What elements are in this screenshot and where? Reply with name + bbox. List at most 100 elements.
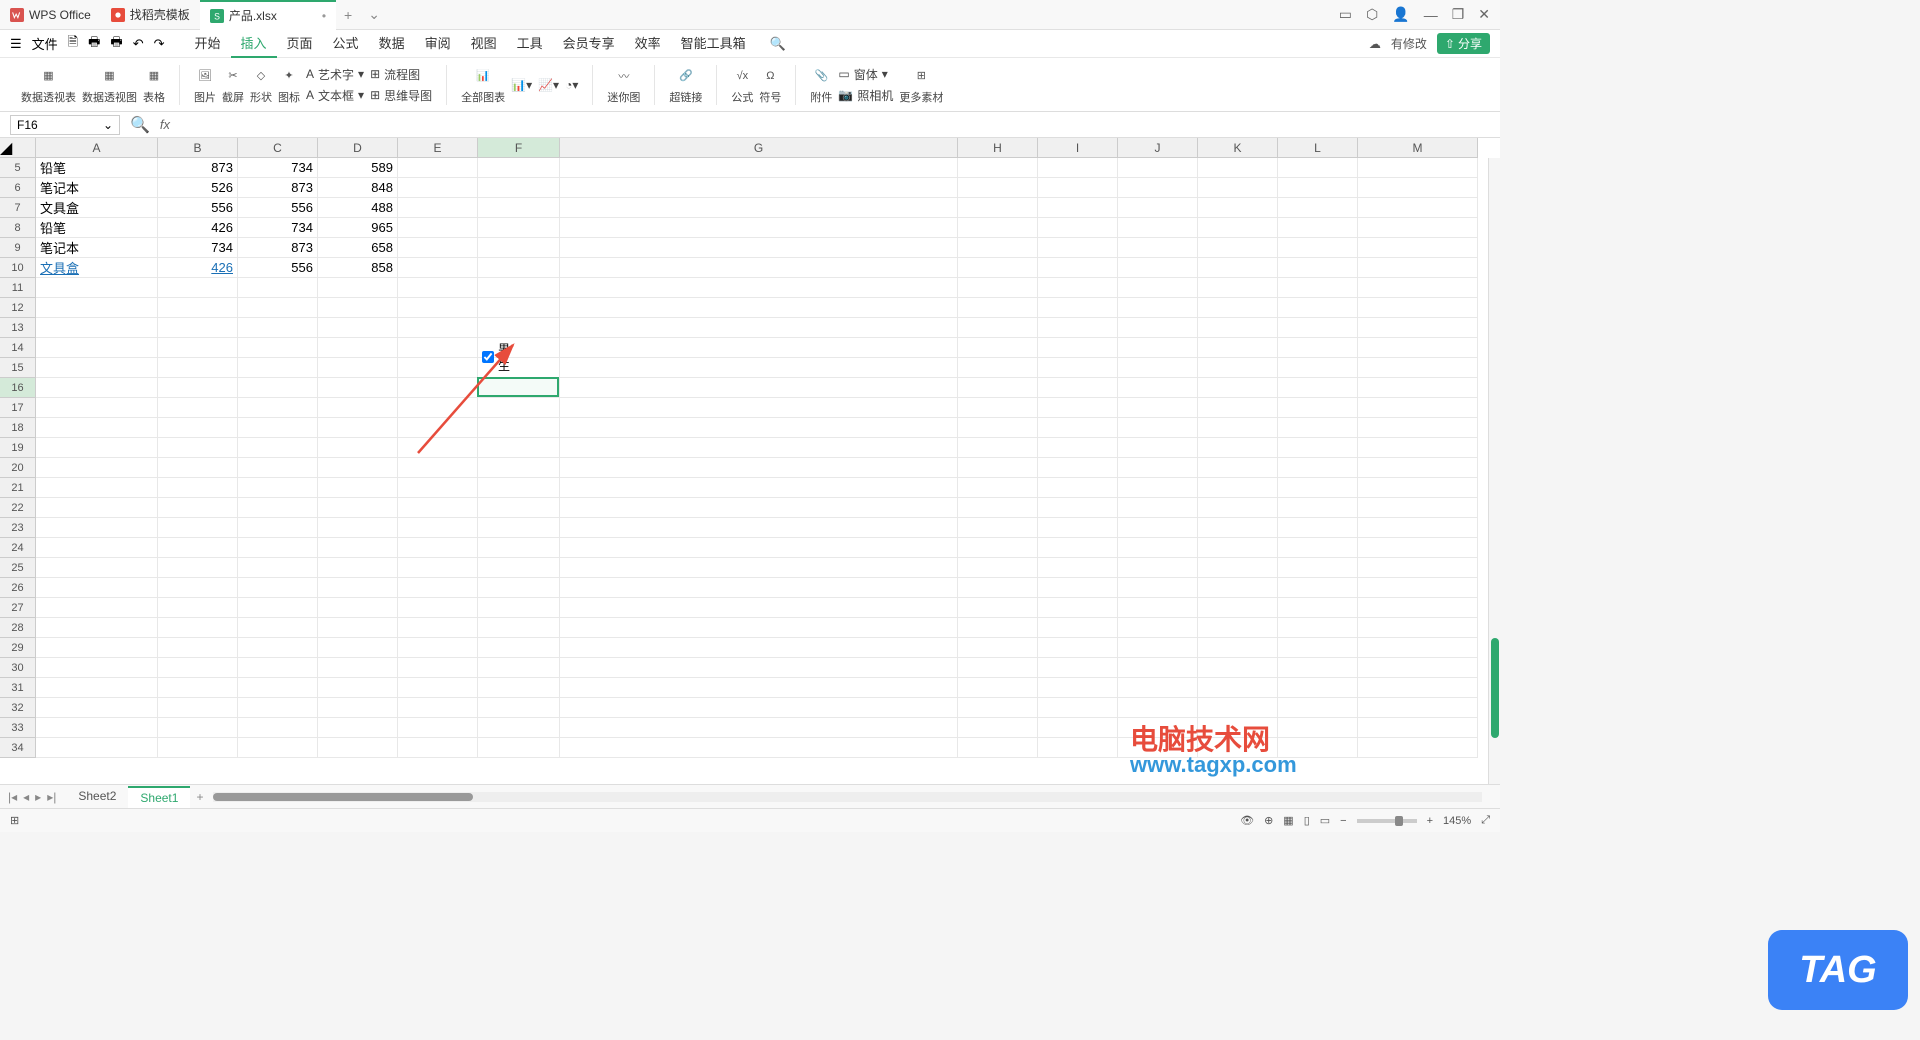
column-header-D[interactable]: D	[318, 138, 398, 158]
cell-M12[interactable]	[1358, 298, 1478, 318]
row-header-21[interactable]: 21	[0, 478, 36, 498]
row-header-32[interactable]: 32	[0, 698, 36, 718]
view-reading-icon[interactable]: ▭	[1320, 814, 1330, 827]
cell-J15[interactable]	[1118, 358, 1198, 378]
row-header-9[interactable]: 9	[0, 238, 36, 258]
column-header-F[interactable]: F	[478, 138, 560, 158]
cell-K16[interactable]	[1198, 378, 1278, 398]
cell-A29[interactable]	[36, 638, 158, 658]
cell-H6[interactable]	[958, 178, 1038, 198]
cell-L10[interactable]	[1278, 258, 1358, 278]
cell-E7[interactable]	[398, 198, 478, 218]
cell-G19[interactable]	[560, 438, 958, 458]
menu-tab-页面[interactable]: 页面	[277, 29, 323, 58]
cell-G21[interactable]	[560, 478, 958, 498]
cell-L14[interactable]	[1278, 338, 1358, 358]
cell-D32[interactable]	[318, 698, 398, 718]
row-header-29[interactable]: 29	[0, 638, 36, 658]
cell-M10[interactable]	[1358, 258, 1478, 278]
cell-L15[interactable]	[1278, 358, 1358, 378]
minimize-button[interactable]: —	[1424, 7, 1438, 23]
cell-I18[interactable]	[1038, 418, 1118, 438]
checkbox-control[interactable]: 男生	[482, 340, 510, 374]
vertical-scrollbar[interactable]	[1488, 158, 1500, 784]
cell-M5[interactable]	[1358, 158, 1478, 178]
cell-J33[interactable]	[1118, 718, 1198, 738]
cell-D8[interactable]: 965	[318, 218, 398, 238]
expand-icon[interactable]: ⤢	[1481, 814, 1490, 827]
row-header-33[interactable]: 33	[0, 718, 36, 738]
cell-C33[interactable]	[238, 718, 318, 738]
sheet-nav-prev[interactable]: ◂	[23, 790, 29, 804]
view-eye-icon[interactable]: 👁	[1240, 814, 1254, 827]
row-header-22[interactable]: 22	[0, 498, 36, 518]
cell-C8[interactable]: 734	[238, 218, 318, 238]
row-header-19[interactable]: 19	[0, 438, 36, 458]
menu-tab-数据[interactable]: 数据	[369, 29, 415, 58]
column-header-M[interactable]: M	[1358, 138, 1478, 158]
menu-tab-插入[interactable]: 插入	[231, 29, 277, 58]
cell-B13[interactable]	[158, 318, 238, 338]
cell-L17[interactable]	[1278, 398, 1358, 418]
cell-M22[interactable]	[1358, 498, 1478, 518]
cell-K13[interactable]	[1198, 318, 1278, 338]
cell-K32[interactable]	[1198, 698, 1278, 718]
cell-H23[interactable]	[958, 518, 1038, 538]
row-header-23[interactable]: 23	[0, 518, 36, 538]
cell-E25[interactable]	[398, 558, 478, 578]
file-tab[interactable]: S 产品.xlsx •	[200, 0, 336, 30]
cell-F8[interactable]	[478, 218, 560, 238]
cell-A23[interactable]	[36, 518, 158, 538]
cell-M29[interactable]	[1358, 638, 1478, 658]
cell-A21[interactable]	[36, 478, 158, 498]
cell-M9[interactable]	[1358, 238, 1478, 258]
menu-tab-工具[interactable]: 工具	[507, 29, 553, 58]
cell-C24[interactable]	[238, 538, 318, 558]
cell-D23[interactable]	[318, 518, 398, 538]
cell-L8[interactable]	[1278, 218, 1358, 238]
cell-H17[interactable]	[958, 398, 1038, 418]
cell-E11[interactable]	[398, 278, 478, 298]
cell-G10[interactable]	[560, 258, 958, 278]
row-header-5[interactable]: 5	[0, 158, 36, 178]
cell-C29[interactable]	[238, 638, 318, 658]
screenshot-button[interactable]: ✂截屏	[222, 65, 244, 105]
cell-E10[interactable]	[398, 258, 478, 278]
share-button[interactable]: ⇧ 分享	[1437, 33, 1490, 54]
cell-G9[interactable]	[560, 238, 958, 258]
cell-H28[interactable]	[958, 618, 1038, 638]
zoom-level[interactable]: 145%	[1443, 815, 1471, 827]
hscroll-thumb[interactable]	[213, 793, 473, 801]
cell-J27[interactable]	[1118, 598, 1198, 618]
cell-G29[interactable]	[560, 638, 958, 658]
cell-E24[interactable]	[398, 538, 478, 558]
cell-J26[interactable]	[1118, 578, 1198, 598]
cell-G25[interactable]	[560, 558, 958, 578]
cell-L24[interactable]	[1278, 538, 1358, 558]
cell-A10[interactable]: 文具盒	[36, 258, 158, 278]
cell-B6[interactable]: 526	[158, 178, 238, 198]
cell-G12[interactable]	[560, 298, 958, 318]
cell-G28[interactable]	[560, 618, 958, 638]
cell-I14[interactable]	[1038, 338, 1118, 358]
cell-K5[interactable]	[1198, 158, 1278, 178]
pivot-chart-button[interactable]: ▦数据透视图	[82, 65, 137, 105]
cell-K7[interactable]	[1198, 198, 1278, 218]
print-preview-icon[interactable]: 🖶	[110, 33, 122, 55]
cell-J8[interactable]	[1118, 218, 1198, 238]
cell-M33[interactable]	[1358, 718, 1478, 738]
cell-B24[interactable]	[158, 538, 238, 558]
cell-L23[interactable]	[1278, 518, 1358, 538]
cell-D34[interactable]	[318, 738, 398, 758]
cell-A7[interactable]: 文具盒	[36, 198, 158, 218]
cell-I22[interactable]	[1038, 498, 1118, 518]
cell-M14[interactable]	[1358, 338, 1478, 358]
cell-B5[interactable]: 873	[158, 158, 238, 178]
row-header-13[interactable]: 13	[0, 318, 36, 338]
cell-J10[interactable]	[1118, 258, 1198, 278]
cell-H34[interactable]	[958, 738, 1038, 758]
cell-G22[interactable]	[560, 498, 958, 518]
sparkline-button[interactable]: 〰迷你图	[607, 65, 640, 105]
cell-D25[interactable]	[318, 558, 398, 578]
cell-B15[interactable]	[158, 358, 238, 378]
